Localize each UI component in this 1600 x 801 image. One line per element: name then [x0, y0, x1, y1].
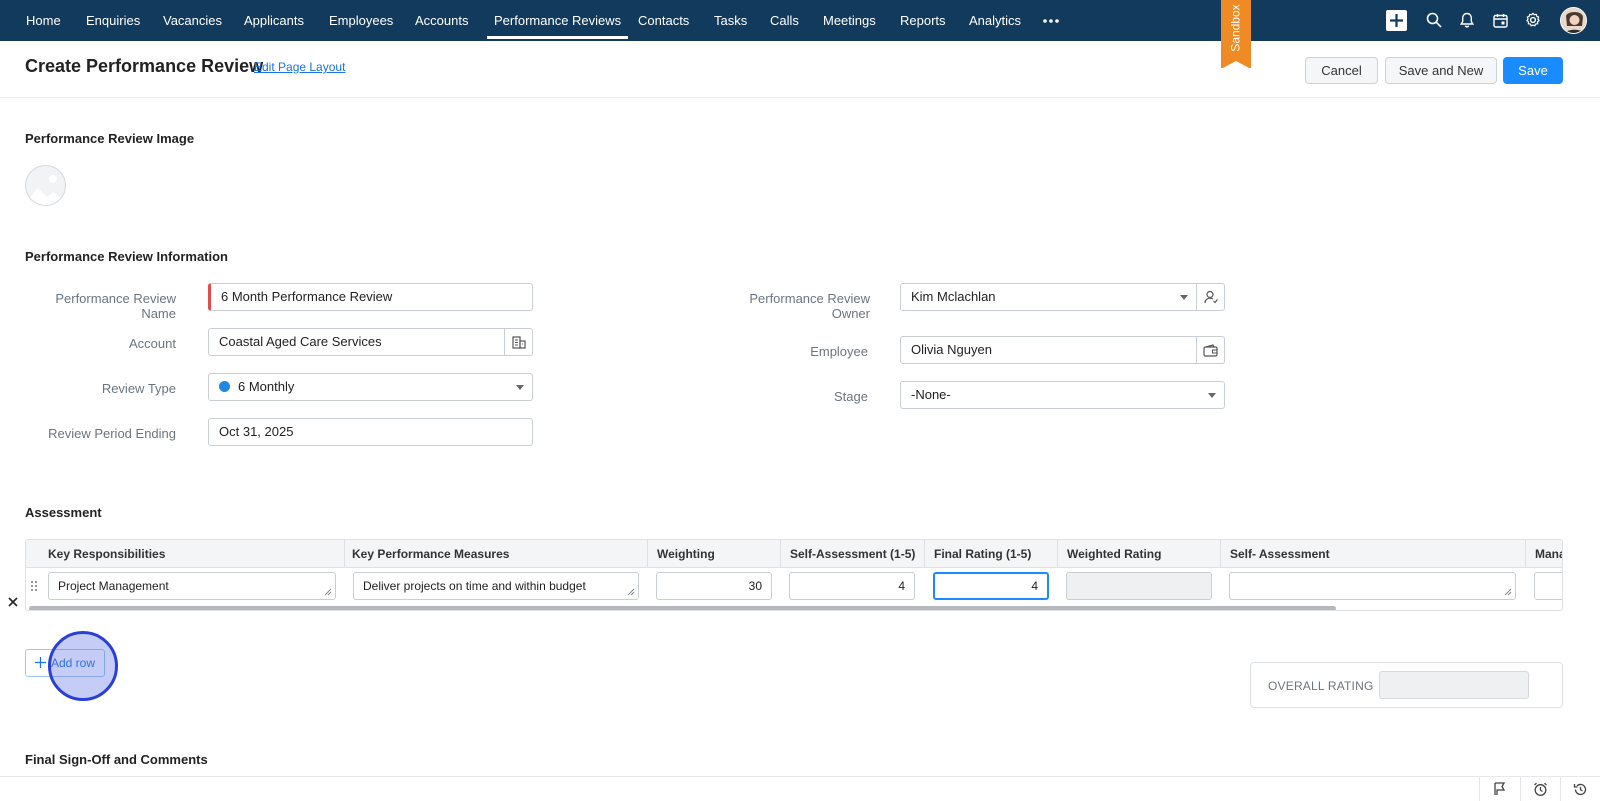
self-assessment-text-input[interactable] [1229, 572, 1516, 600]
employee-label: Employee [810, 344, 868, 359]
avatar[interactable] [1560, 7, 1587, 34]
nav-calls[interactable]: Calls [770, 0, 799, 41]
name-label: Performance Review Name [55, 291, 176, 321]
final-rating-input[interactable]: 4 [933, 572, 1049, 600]
measure-input[interactable]: Deliver projects on time and within budg… [353, 572, 639, 600]
overall-rating-label: OVERALL RATING [1268, 679, 1374, 693]
nav-enquiries[interactable]: Enquiries [86, 0, 140, 41]
create-icon[interactable] [1386, 10, 1407, 31]
table-header: Key Responsibilities Key Performance Mea… [26, 540, 1563, 568]
account-label: Account [129, 336, 176, 351]
remove-row-icon[interactable] [7, 596, 19, 608]
chevron-down-icon [1180, 295, 1188, 300]
nav-applicants[interactable]: Applicants [244, 0, 304, 41]
search-icon[interactable] [1424, 10, 1444, 30]
resize-grip-icon[interactable] [1504, 588, 1512, 596]
weighted-rating-output [1066, 572, 1212, 600]
column-weighting: Weighting [648, 540, 781, 568]
column-key-responsibilities: Key Responsibilities [39, 540, 345, 568]
save-and-new-button[interactable]: Save and New [1385, 57, 1497, 84]
bell-icon[interactable] [1457, 10, 1477, 30]
calendar-icon[interactable] [1490, 10, 1510, 30]
column-manager: Mana [1535, 547, 1563, 561]
alarm-clock-icon[interactable] [1520, 777, 1560, 801]
info-section-title: Performance Review Information [25, 249, 228, 264]
account-value: Coastal Aged Care Services [219, 334, 382, 349]
top-navigation: Home Enquiries Vacancies Applicants Empl… [0, 0, 1600, 41]
nav-employees[interactable]: Employees [329, 0, 393, 41]
review-type-label: Review Type [101, 381, 176, 396]
sandbox-label: Sandbox [1229, 4, 1243, 52]
stage-select[interactable]: -None- [900, 381, 1225, 409]
resize-grip-icon[interactable] [627, 588, 635, 596]
employee-lookup[interactable]: Olivia Nguyen [900, 336, 1225, 364]
more-icon[interactable] [1042, 12, 1060, 30]
responsibility-input[interactable]: Project Management [48, 572, 336, 600]
nav-analytics[interactable]: Analytics [969, 0, 1021, 41]
nav-home[interactable]: Home [26, 0, 61, 41]
responsibility-value: Project Management [58, 579, 169, 593]
owner-label: Performance Review Owner [700, 291, 870, 321]
nav-vacancies[interactable]: Vacancies [163, 0, 222, 41]
flag-icon[interactable] [1479, 777, 1519, 801]
account-lookup-icon[interactable] [504, 329, 532, 355]
manager-input[interactable] [1534, 572, 1562, 600]
review-type-select[interactable]: 6 Monthly [208, 373, 533, 401]
employee-lookup-icon[interactable] [1196, 337, 1224, 363]
page-title: Create Performance Review [25, 56, 264, 76]
column-self-assessment-score: Self-Assessment (1-5) [781, 540, 925, 568]
weighting-input[interactable]: 30 [656, 572, 772, 600]
owner-select[interactable]: Kim Mclachlan [900, 283, 1225, 311]
plus-icon [35, 657, 46, 668]
nav-reports[interactable]: Reports [900, 0, 946, 41]
measure-value: Deliver projects on time and within budg… [363, 579, 586, 593]
employee-value: Olivia Nguyen [911, 342, 992, 357]
gear-icon[interactable] [1523, 10, 1543, 30]
history-icon[interactable] [1560, 777, 1600, 801]
resize-grip-icon[interactable] [324, 588, 332, 596]
image-section-title: Performance Review Image [25, 131, 195, 146]
owner-label-line2: Owner [831, 306, 870, 321]
click-indicator [48, 631, 118, 701]
account-lookup[interactable]: Coastal Aged Care Services [208, 328, 533, 356]
review-type-color-dot [219, 381, 230, 392]
nav-tasks[interactable]: Tasks [714, 0, 747, 41]
bottom-bar-divider [0, 776, 1600, 777]
assessment-table: Key Responsibilities Key Performance Mea… [25, 539, 1563, 611]
owner-label-line1: Performance Review [749, 291, 870, 306]
column-key-performance-measures: Key Performance Measures [343, 540, 648, 568]
cancel-button[interactable]: Cancel [1305, 57, 1378, 84]
review-period-date-input[interactable]: Oct 31, 2025 [208, 418, 533, 446]
stage-value: -None- [911, 387, 951, 402]
nav-meetings[interactable]: Meetings [823, 0, 876, 41]
image-placeholder-icon[interactable] [25, 165, 66, 206]
column-final-rating: Final Rating (1-5) [925, 540, 1058, 568]
self-assessment-score-input[interactable]: 4 [789, 572, 915, 600]
review-name-input[interactable]: 6 Month Performance Review [208, 283, 533, 311]
overall-rating-output [1379, 671, 1529, 699]
header-divider [0, 97, 1600, 98]
save-button[interactable]: Save [1503, 57, 1563, 84]
chevron-down-icon [1208, 393, 1216, 398]
overall-rating-box: OVERALL RATING [1250, 662, 1563, 708]
column-weighted-rating: Weighted Rating [1058, 540, 1221, 568]
stage-label: Stage [834, 389, 868, 404]
signoff-section-title: Final Sign-Off and Comments [25, 752, 208, 767]
chevron-down-icon [516, 385, 524, 390]
nav-contacts[interactable]: Contacts [638, 0, 689, 41]
owner-value: Kim Mclachlan [911, 289, 996, 304]
column-self-assessment-text: Self- Assessment [1221, 540, 1526, 568]
horizontal-scrollbar[interactable] [29, 606, 1336, 610]
nav-accounts[interactable]: Accounts [415, 0, 468, 41]
nav-performance-reviews[interactable]: Performance Reviews [486, 0, 629, 41]
assessment-section-title: Assessment [25, 505, 102, 520]
review-type-value: 6 Monthly [238, 379, 295, 394]
period-label: Review Period Ending [48, 426, 176, 441]
user-lookup-icon[interactable] [1196, 284, 1224, 310]
edit-page-layout-link[interactable]: Edit Page Layout [254, 60, 345, 74]
